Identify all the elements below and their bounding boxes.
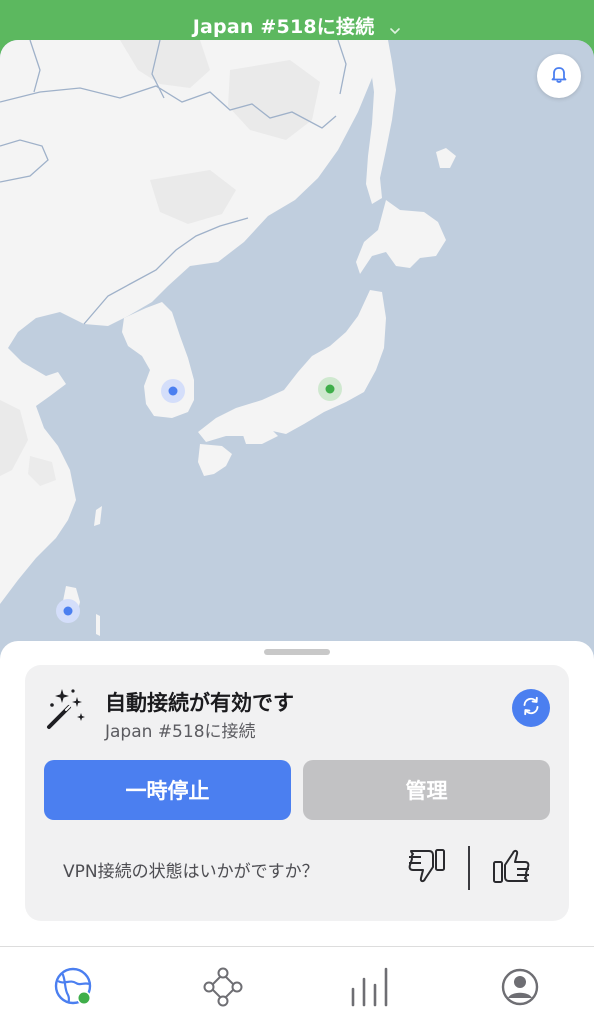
chevron-down-icon [389, 20, 401, 34]
magic-wand-icon [45, 687, 89, 731]
profile-icon [498, 968, 542, 1013]
reconnect-button[interactable] [512, 689, 550, 727]
thumbs-up-icon[interactable] [491, 845, 531, 887]
sheet-drag-handle[interactable] [264, 649, 330, 655]
nav-stats-tab[interactable] [349, 965, 393, 1009]
server-map[interactable] [0, 40, 594, 680]
autoconnect-card: 自動接続が有効です Japan #518に接続 一時停止 管理 VPN接続の状態… [25, 665, 569, 921]
connection-status-label: Japan #518に接続 [192, 16, 375, 38]
autoconnect-subtitle: Japan #518に接続 [105, 722, 256, 742]
taiwan-server-marker [63, 606, 73, 616]
thumbs-down-icon[interactable] [407, 845, 447, 887]
nav-profile-tab[interactable] [498, 965, 542, 1009]
globe-icon [52, 967, 96, 1013]
nav-map-tab[interactable] [52, 965, 96, 1009]
refresh-icon [520, 695, 542, 722]
islet-landmass [96, 614, 100, 636]
nav-meshnet-tab[interactable] [201, 965, 245, 1009]
autoconnect-title: 自動接続が有効です [105, 691, 294, 715]
bell-icon [549, 64, 569, 89]
bottom-navigation [0, 947, 594, 1024]
pause-button[interactable]: 一時停止 [44, 760, 291, 820]
map-canvas [0, 40, 594, 680]
japan-server-marker [325, 384, 335, 394]
korea-server-marker [168, 386, 178, 396]
connection-status[interactable]: Japan #518に接続 [0, 12, 594, 39]
meshnet-icon [201, 967, 245, 1013]
manage-button[interactable]: 管理 [303, 760, 550, 820]
stats-bars-icon [349, 967, 393, 1013]
feedback-question: VPN接続の状態はいかがですか？ [63, 862, 319, 882]
feedback-divider [468, 846, 470, 890]
notifications-button[interactable] [537, 54, 581, 98]
